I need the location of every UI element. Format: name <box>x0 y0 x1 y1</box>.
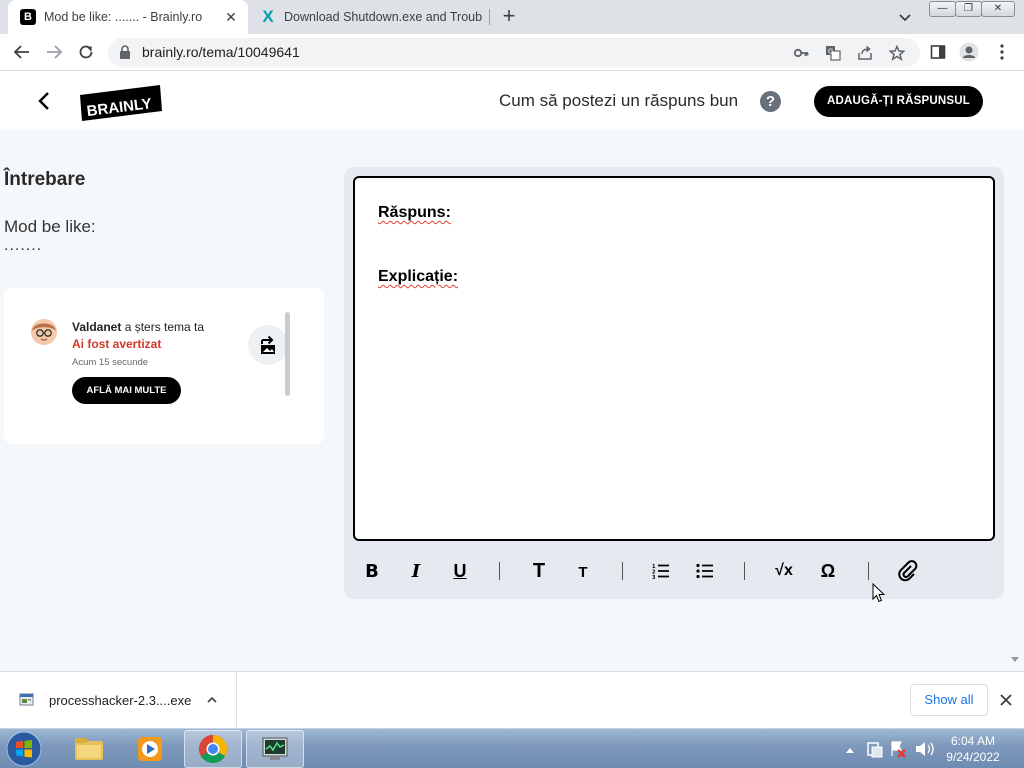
answer-editor-panel: Răspuns: Explicație: B I U T T 123 √x Ω <box>344 167 1004 599</box>
chevron-up-icon[interactable] <box>205 693 219 707</box>
add-answer-button[interactable]: ADAUGĂ-ȚI RĂSPUNSUL <box>814 86 983 117</box>
download-filename: processhacker-2.3....exe <box>49 693 192 708</box>
symbol-button[interactable]: Ω <box>814 559 842 583</box>
math-button[interactable]: √x <box>770 559 798 583</box>
tab-strip: B Mod be like: ....... - Brainly.ro ✕ X … <box>0 0 1024 34</box>
new-tab-button[interactable]: + <box>497 4 521 28</box>
process-monitor-taskbar-icon[interactable] <box>246 730 304 768</box>
profile-avatar-icon[interactable] <box>957 40 981 64</box>
notification-scrollbar[interactable] <box>285 312 290 396</box>
moderator-avatar <box>30 318 58 346</box>
page-header: BRAINLY Cum să postezi un răspuns bun ? … <box>0 71 1024 130</box>
clock-date: 9/24/2022 <box>946 750 1000 764</box>
toolbar-divider <box>868 562 869 580</box>
forward-icon[interactable] <box>42 40 66 64</box>
clock-time: 6:04 AM <box>950 734 996 748</box>
toolbar-divider <box>622 562 623 580</box>
numbered-list-icon[interactable]: 123 <box>647 559 675 583</box>
key-icon[interactable] <box>792 44 810 62</box>
tab-title: Mod be like: ....... - Brainly.ro <box>44 10 203 24</box>
moderator-name[interactable]: Valdanet <box>72 320 121 334</box>
svg-text:G: G <box>828 48 833 56</box>
attachment-icon[interactable] <box>894 559 922 583</box>
url-text: brainly.ro/tema/10049641 <box>142 44 300 60</box>
download-item[interactable]: processhacker-2.3....exe <box>0 672 237 729</box>
menu-dots-icon[interactable] <box>990 40 1014 64</box>
share-icon[interactable] <box>856 44 874 62</box>
tab-search-chevron-icon[interactable] <box>894 6 916 28</box>
help-icon[interactable]: ? <box>760 91 781 112</box>
warning-text: Ai fost avertizat <box>72 337 162 351</box>
tab-title: Download Shutdown.exe and Troubleshoot <box>284 10 482 24</box>
underline-button[interactable]: U <box>446 559 474 583</box>
close-download-bar-icon[interactable] <box>997 691 1015 709</box>
back-arrow-icon[interactable] <box>34 90 54 112</box>
browser-toolbar: brainly.ro/tema/10049641 G <box>0 34 1024 71</box>
answer-editor[interactable]: Răspuns: Explicație: <box>353 176 995 541</box>
lock-icon[interactable] <box>119 45 131 65</box>
question-text: Mod be like: <box>4 217 96 236</box>
side-panel-icon[interactable] <box>926 40 950 64</box>
brainly-logo[interactable]: BRAINLY <box>80 85 162 121</box>
page-content: BRAINLY Cum să postezi un răspuns bun ? … <box>0 71 1024 671</box>
chrome-taskbar-icon[interactable] <box>184 730 242 768</box>
reload-icon[interactable] <box>74 40 98 64</box>
close-tab-icon[interactable]: ✕ <box>222 8 240 26</box>
bold-button[interactable]: B <box>358 559 386 583</box>
address-bar[interactable]: brainly.ro/tema/10049641 G <box>108 38 920 67</box>
translate-icon[interactable]: G <box>824 44 842 62</box>
tab-shutdown-download[interactable]: X Download Shutdown.exe and Troubleshoot <box>250 0 490 34</box>
taskbar-clock[interactable]: 6:04 AM 9/24/2022 <box>936 733 1010 765</box>
refresh-notification-icon[interactable] <box>248 325 288 365</box>
notification-card: Valdanet a șters tema ta Ai fost avertiz… <box>4 288 324 444</box>
tab-brainly[interactable]: B Mod be like: ....... - Brainly.ro ✕ <box>8 0 248 34</box>
heading-small-button[interactable]: T <box>569 559 597 583</box>
learn-more-button[interactable]: AFLĂ MAI MULTE <box>72 377 181 404</box>
heading-large-button[interactable]: T <box>525 559 553 583</box>
show-all-button[interactable]: Show all <box>910 684 988 716</box>
notification-time: Acum 15 secunde <box>72 357 149 368</box>
brainly-favicon-icon: B <box>20 9 36 25</box>
answer-label: Răspuns: <box>378 204 451 221</box>
toolbar-divider <box>744 562 745 580</box>
x-favicon-icon: X <box>262 7 274 26</box>
notification-action: a șters tema ta <box>124 320 205 334</box>
explanation-label: Explicație: <box>378 268 459 285</box>
exe-file-icon <box>19 692 35 708</box>
page-scroll-down-icon[interactable] <box>1011 657 1019 662</box>
toolbar-divider <box>499 562 500 580</box>
how-to-answer-link[interactable]: Cum să postezi un răspuns bun <box>499 91 738 111</box>
start-button[interactable] <box>4 730 44 768</box>
notification-message: Valdanet a șters tema ta <box>72 320 204 334</box>
bookmark-star-icon[interactable] <box>888 44 906 62</box>
mouse-cursor-icon <box>872 582 886 603</box>
question-heading: Întrebare <box>4 169 86 190</box>
media-player-taskbar-icon[interactable] <box>121 730 179 768</box>
download-bar: processhacker-2.3....exe Show all <box>0 671 1024 729</box>
svg-text:3: 3 <box>652 575 656 579</box>
window-close-button[interactable]: ✕ <box>981 1 1015 17</box>
formatting-toolbar: B I U T T 123 √x Ω <box>344 547 1004 595</box>
maximize-button[interactable]: ❐ <box>955 1 982 17</box>
bullet-list-icon[interactable] <box>691 559 719 583</box>
windows-taskbar: 6:04 AM 9/24/2022 <box>0 728 1024 768</box>
italic-button[interactable]: I <box>402 559 430 583</box>
explorer-taskbar-icon[interactable] <box>60 730 118 768</box>
back-icon[interactable] <box>10 40 34 64</box>
minimize-button[interactable]: — <box>929 1 956 17</box>
question-dots: ....... <box>4 237 43 254</box>
